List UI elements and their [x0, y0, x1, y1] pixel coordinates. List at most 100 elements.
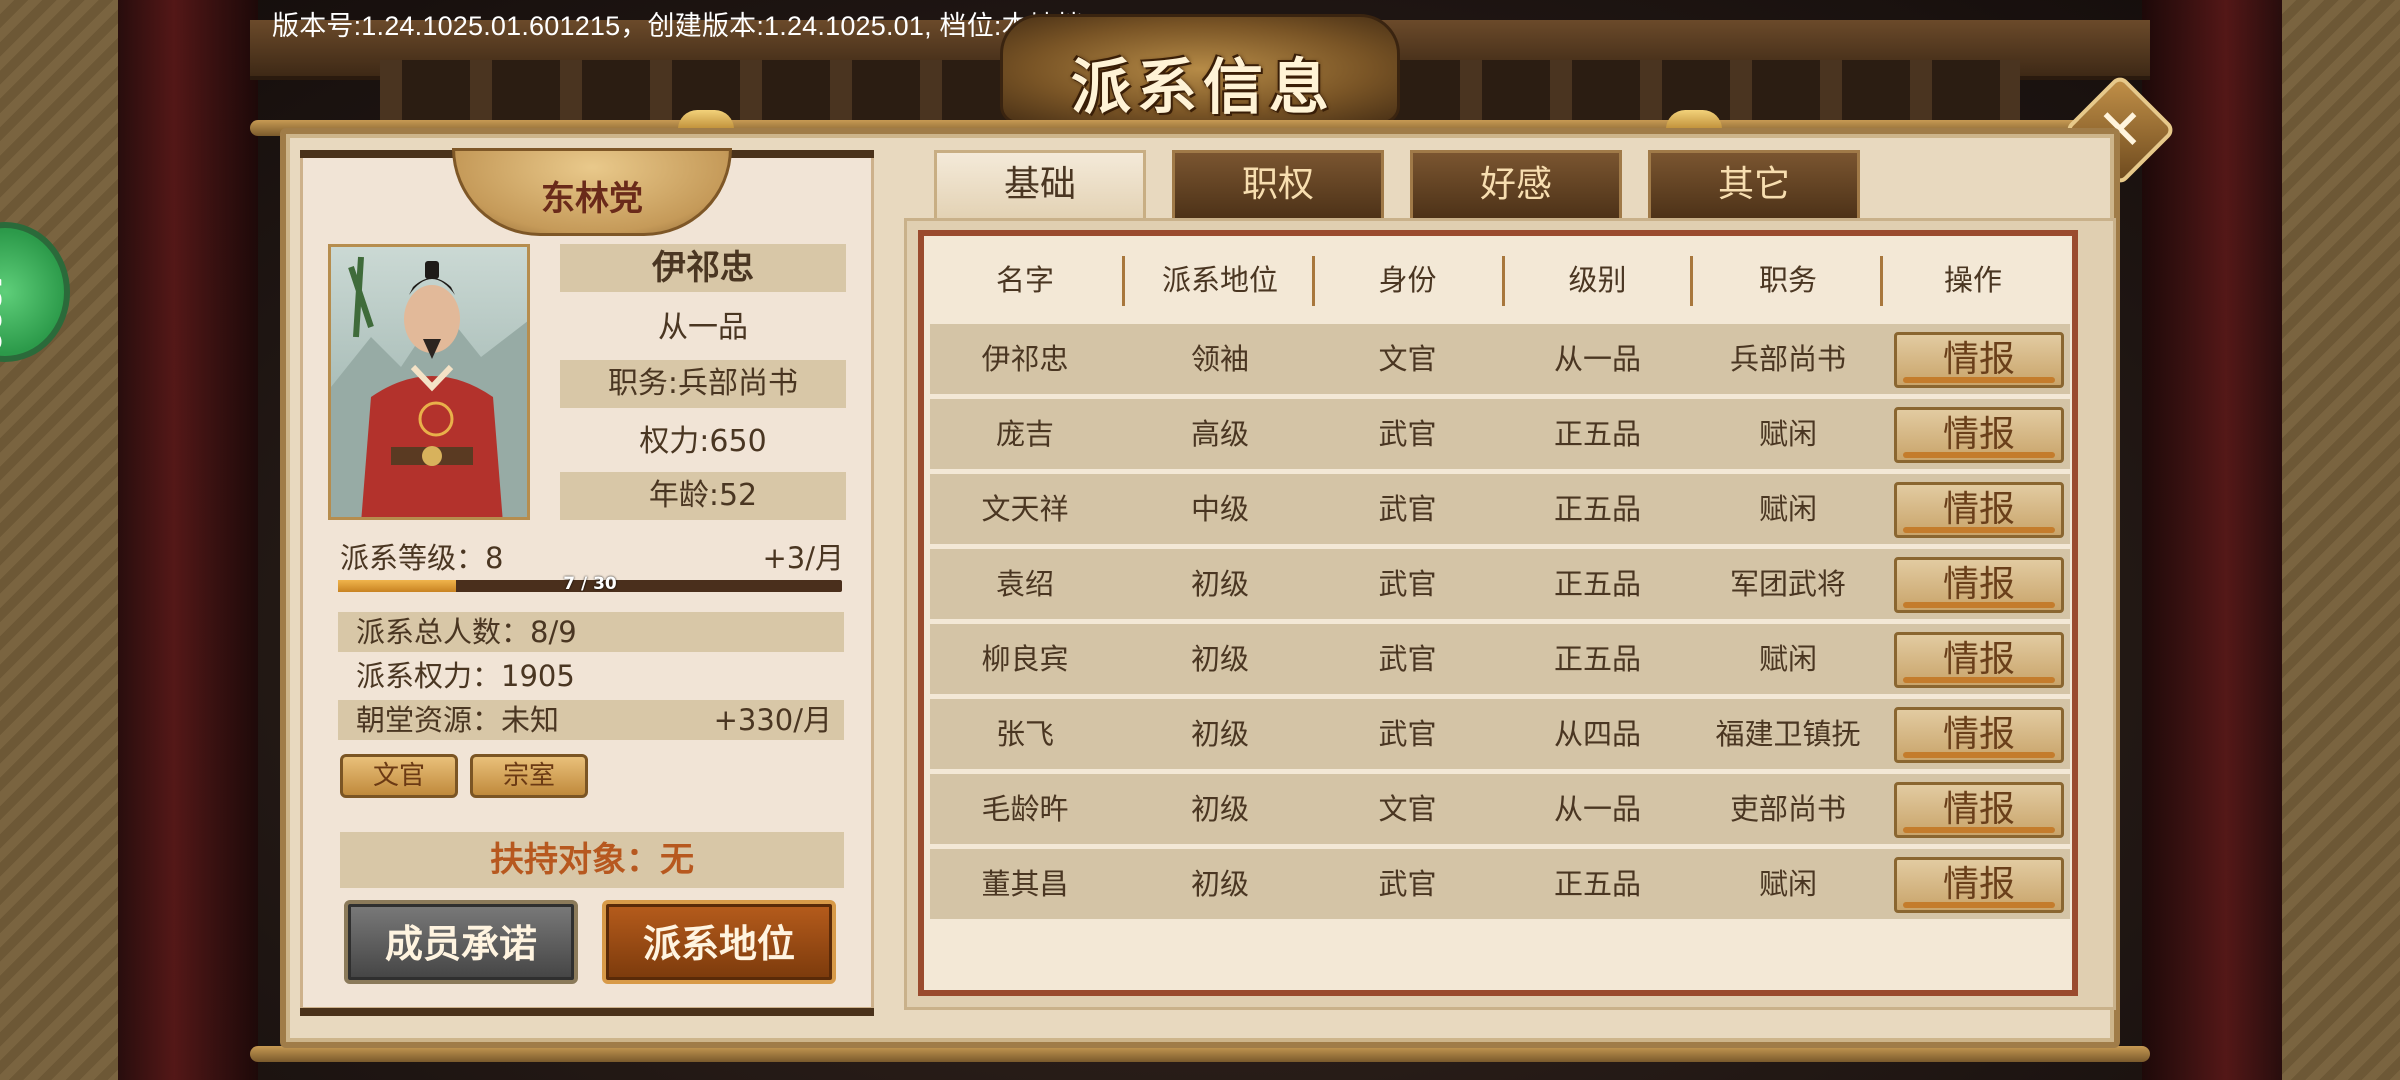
bottom-rod: [250, 1046, 2150, 1062]
table-row: 袁绍 初级 武官 正五品 军团武将 情报: [930, 549, 2070, 619]
tab-authority[interactable]: 职权: [1172, 150, 1384, 218]
table-row: 张飞 初级 武官 从四品 福建卫镇抚 情报: [930, 699, 2070, 769]
cell-duty: 吏部尚书: [1729, 792, 1846, 826]
cell-faction-status: 初级: [1190, 867, 1249, 901]
portrait-image: [331, 256, 527, 517]
header-faction-status: 派系地位: [1161, 263, 1278, 297]
cell-faction-status: 初级: [1190, 567, 1249, 601]
cell-faction-status: 高级: [1190, 417, 1249, 451]
leader-power: 权力:650: [639, 424, 767, 459]
version-text: 版本号:1.24.1025.01.601215，创建版本:1.24.1025.0…: [272, 11, 1099, 41]
table-row: 柳良宾 初级 武官 正五品 赋闲 情报: [930, 624, 2070, 694]
leader-age: 年龄:52: [560, 472, 846, 520]
faction-name-tag: 东林党: [452, 148, 732, 236]
faction-members: 派系总人数：8/9: [338, 612, 844, 652]
cell-grade: 从一品: [1553, 342, 1641, 376]
cell-identity: 武官: [1378, 492, 1437, 526]
court-resources-rate: +330/月: [713, 703, 832, 737]
support-target: 扶持对象：无: [340, 832, 844, 888]
court-resources: 朝堂资源：未知 +330/月: [338, 700, 844, 740]
cell-name: 张飞: [995, 717, 1054, 751]
cell-faction-status: 初级: [1190, 792, 1249, 826]
background-right: [2282, 0, 2400, 1080]
header-identity: 身份: [1378, 263, 1437, 297]
cell-duty: 军团武将: [1729, 567, 1846, 601]
header-action: 操作: [1943, 263, 2002, 297]
intel-button[interactable]: 情报: [1894, 632, 2064, 688]
cell-grade: 正五品: [1553, 642, 1641, 676]
page-title: 派系信息: [1071, 53, 1335, 123]
cell-faction-status: 初级: [1190, 717, 1249, 751]
leader-rank: 从一品: [658, 310, 748, 345]
cell-grade: 正五品: [1553, 567, 1641, 601]
table-header: 名字 派系地位 身份 级别 职务 操作: [930, 254, 2070, 306]
curtain-right: [2142, 0, 2282, 1080]
cell-duty: 赋闲: [1758, 492, 1817, 526]
side-badge-text: 4399: [0, 268, 8, 353]
leader-portrait[interactable]: [328, 244, 530, 520]
cell-name: 文天祥: [981, 492, 1069, 526]
table-row: 毛龄旿 初级 文官 从一品 吏部尚书 情报: [930, 774, 2070, 844]
intel-button[interactable]: 情报: [1894, 407, 2064, 463]
tag-royal-clan[interactable]: 宗室: [470, 754, 588, 798]
cell-faction-status: 初级: [1190, 642, 1249, 676]
scroll-rail-bottom: [300, 1008, 874, 1016]
title-plate: 派系信息: [1000, 14, 1400, 124]
table-row: 庞吉 高级 武官 正五品 赋闲 情报: [930, 399, 2070, 469]
intel-button[interactable]: 情报: [1894, 782, 2064, 838]
tab-basic[interactable]: 基础: [934, 150, 1146, 218]
court-resources-text: 朝堂资源：未知: [356, 703, 560, 737]
faction-power: 派系权力：1905: [338, 656, 844, 696]
cell-identity: 武官: [1378, 642, 1437, 676]
cell-grade: 从一品: [1553, 792, 1641, 826]
cell-name: 伊祁忠: [981, 342, 1069, 376]
level-progress-bar: 7 / 30: [338, 574, 842, 594]
cell-duty: 赋闲: [1758, 417, 1817, 451]
cell-duty: 福建卫镇抚: [1715, 717, 1861, 751]
cell-duty: 赋闲: [1758, 867, 1817, 901]
cell-name: 董其昌: [981, 867, 1069, 901]
cell-grade: 正五品: [1553, 867, 1641, 901]
cell-grade: 正五品: [1553, 417, 1641, 451]
faction-level: 派系等级：8: [340, 541, 504, 575]
faction-name: 东林党: [541, 179, 643, 219]
intel-button[interactable]: 情报: [1894, 332, 2064, 388]
cell-identity: 武官: [1378, 867, 1437, 901]
faction-members-text: 派系总人数：8/9: [356, 615, 577, 649]
header-duty: 职务: [1758, 263, 1817, 297]
cell-name: 柳良宾: [981, 642, 1069, 676]
cell-identity: 文官: [1378, 792, 1437, 826]
cell-grade: 从四品: [1553, 717, 1641, 751]
faction-power-text: 派系权力：1905: [356, 659, 575, 693]
faction-status-button[interactable]: 派系地位: [602, 900, 836, 984]
leader-name: 伊祁忠: [560, 244, 846, 292]
cell-faction-status: 领袖: [1190, 342, 1249, 376]
header-name: 名字: [995, 263, 1054, 297]
tab-other[interactable]: 其它: [1648, 150, 1860, 218]
leader-position: 职务:兵部尚书: [560, 360, 846, 408]
faction-level-row: 派系等级：8 +3/月: [340, 535, 844, 577]
cell-duty: 赋闲: [1758, 642, 1817, 676]
table-row: 伊祁忠 领袖 文官 从一品 兵部尚书 情报: [930, 324, 2070, 394]
cell-name: 袁绍: [995, 567, 1054, 601]
cell-faction-status: 中级: [1190, 492, 1249, 526]
tag-civil-official[interactable]: 文官: [340, 754, 458, 798]
intel-button[interactable]: 情报: [1894, 707, 2064, 763]
cell-identity: 武官: [1378, 717, 1437, 751]
header-grade: 级别: [1568, 263, 1627, 297]
cell-duty: 兵部尚书: [1729, 342, 1846, 376]
faction-level-rate: +3/月: [762, 541, 844, 575]
cell-name: 毛龄旿: [981, 792, 1069, 826]
cell-identity: 武官: [1378, 417, 1437, 451]
level-progress-text: 7 / 30: [563, 574, 617, 594]
tab-favor[interactable]: 好感: [1410, 150, 1622, 218]
intel-button[interactable]: 情报: [1894, 857, 2064, 913]
intel-button[interactable]: 情报: [1894, 557, 2064, 613]
cell-identity: 武官: [1378, 567, 1437, 601]
intel-button[interactable]: 情报: [1894, 482, 2064, 538]
curtain-left: [118, 0, 258, 1080]
member-promise-button[interactable]: 成员承诺: [344, 900, 578, 984]
cell-name: 庞吉: [995, 417, 1054, 451]
table-row: 董其昌 初级 武官 正五品 赋闲 情报: [930, 849, 2070, 919]
cell-grade: 正五品: [1553, 492, 1641, 526]
